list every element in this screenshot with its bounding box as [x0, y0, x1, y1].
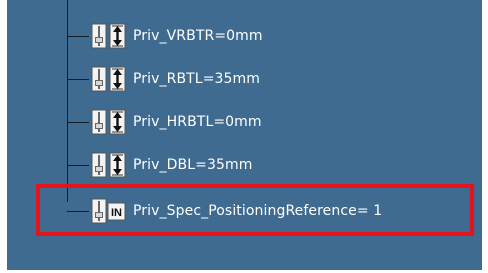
parameter-length-icon: [91, 109, 126, 135]
tree-node-label: Priv_VRBTR=0mm: [133, 28, 263, 44]
tree-connector: [67, 36, 89, 37]
tree-node-priv-vrbtr[interactable]: Priv_VRBTR=0mm: [7, 19, 482, 53]
specification-tree-panel: Priv_VRBTR=0mm Priv_RBTL=35mm Priv_HRBTL…: [7, 0, 482, 270]
parameter-length-icon: [91, 23, 126, 49]
parameter-length-icon: [91, 152, 126, 178]
tree-node-priv-rbtl[interactable]: Priv_RBTL=35mm: [7, 62, 482, 96]
tree-node-priv-dbl[interactable]: Priv_DBL=35mm: [7, 148, 482, 182]
tree-node-priv-hrbtl[interactable]: Priv_HRBTL=0mm: [7, 105, 482, 139]
parameter-length-icon: [91, 66, 126, 92]
tree-node-label: Priv_RBTL=35mm: [133, 71, 261, 87]
tree-node-label: Priv_HRBTL=0mm: [133, 114, 262, 130]
tree-connector: [67, 165, 89, 166]
tree-connector: [67, 79, 89, 80]
selection-highlight-box: [36, 184, 474, 236]
screenshot-canvas: Priv_VRBTR=0mm Priv_RBTL=35mm Priv_HRBTL…: [0, 0, 488, 273]
tree-connector: [67, 122, 89, 123]
tree-node-label: Priv_DBL=35mm: [133, 157, 253, 173]
